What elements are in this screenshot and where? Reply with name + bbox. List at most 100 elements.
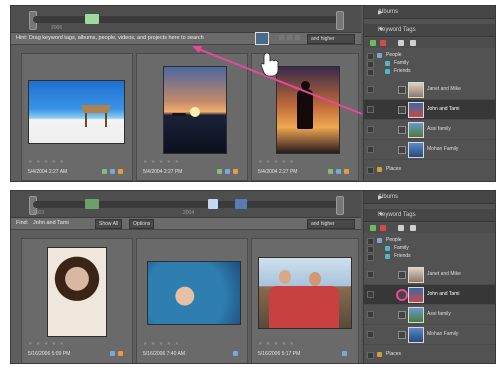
keyword-tags-header[interactable]: ▼ Keyword Tags (364, 24, 495, 37)
visibility-checkbox[interactable] (367, 311, 374, 318)
rating-filter-dropdown[interactable]: and higher (307, 219, 355, 229)
rating-stars[interactable]: ★ ★ ★ ★ ★ (258, 341, 295, 347)
photo-thumbnail[interactable]: ★ ★ ★ ★ ★ 5/4/2004 2:27 PM (251, 53, 359, 181)
tag-label: John and Tami (427, 106, 460, 112)
tag-checkbox-checked[interactable] (396, 289, 408, 301)
photo-thumbnail[interactable]: ★ ★ ★ ★ ★ 5/4/2004 2:27 PM (136, 53, 248, 181)
organizer-panel-bottom: 2003 2004 Find: John and Tami Show All O… (10, 190, 496, 364)
rating-star-icon[interactable] (287, 35, 292, 40)
delete-tag-icon[interactable] (380, 40, 386, 46)
rating-star-icon[interactable] (279, 35, 284, 40)
tree-row-friends[interactable]: Friends (364, 68, 495, 76)
visibility-checkbox[interactable] (367, 238, 374, 245)
visibility-checkbox[interactable] (367, 352, 374, 359)
new-tag-icon[interactable] (370, 40, 376, 46)
rating-stars[interactable]: ★ ★ ★ ★ ★ (28, 159, 65, 165)
tree-row-places[interactable]: Places (364, 166, 495, 174)
tag-row[interactable]: Mohan Family (364, 140, 495, 160)
tag-label: Mohan Family (427, 146, 459, 152)
albums-header[interactable]: ▶ Albums (364, 6, 495, 19)
rating-stars[interactable]: ★ ★ ★ ★ ★ (28, 341, 65, 347)
timeline-marker[interactable] (85, 199, 99, 209)
tag-row-selected[interactable]: John and Tami (364, 100, 495, 120)
find-bar[interactable]: Hint: Drag keyword tags, albums, people,… (11, 32, 361, 45)
tag-checkbox[interactable] (398, 86, 406, 94)
settings-icon[interactable] (410, 225, 416, 231)
visibility-checkbox[interactable] (367, 61, 374, 68)
tag-checkbox[interactable] (398, 106, 406, 114)
bride-photo[interactable] (47, 247, 107, 337)
tag-row[interactable]: Mohan Family (364, 325, 495, 345)
tag-checkbox[interactable] (398, 271, 406, 279)
people-category-icon (377, 53, 382, 58)
visibility-checkbox[interactable] (367, 167, 374, 174)
tag-thumbnail (408, 267, 424, 283)
timeline-year-label: 2003 (33, 210, 45, 216)
baby-pool-photo[interactable] (147, 261, 241, 325)
import-icon[interactable] (398, 40, 404, 46)
photo-thumbnail[interactable]: ★ ★ ★ ★ ★ 5/4/2004 2:27 AM (21, 53, 133, 181)
tree-row-family[interactable]: Family (364, 60, 495, 68)
visibility-checkbox[interactable] (367, 246, 374, 253)
keyword-tags-header[interactable]: ▼ Keyword Tags (364, 209, 495, 222)
tag-row[interactable]: Janet and Mike (364, 80, 495, 100)
visibility-checkbox[interactable] (367, 254, 374, 261)
show-all-button[interactable]: Show All (95, 219, 123, 229)
tag-checkbox[interactable] (398, 331, 406, 339)
timeline-right-handle[interactable] (336, 11, 344, 30)
tag-row-selected[interactable]: John and Tami (364, 285, 495, 305)
rating-stars[interactable]: ★ ★ ★ ★ ★ (143, 159, 180, 165)
tag-row[interactable]: Assi family (364, 120, 495, 140)
tag-checkbox[interactable] (398, 311, 406, 319)
rating-filter-dropdown[interactable]: and higher (307, 34, 355, 44)
tree-label: Places (386, 166, 402, 172)
tree-row-people[interactable]: People (364, 237, 495, 245)
timeline-track[interactable] (33, 16, 339, 23)
tag-row[interactable]: Janet and Mike (364, 265, 495, 285)
timeline-track[interactable] (33, 201, 339, 208)
tree-row-places[interactable]: Places (364, 351, 495, 359)
silhouette-photo[interactable] (276, 66, 340, 154)
tree-row-friends[interactable]: Friends (364, 253, 495, 261)
family-photo[interactable] (258, 257, 352, 329)
photo-thumbnail[interactable]: ★ ★ ★ ★ ★ 5/16/2006 5:17 PM (251, 238, 359, 363)
visibility-checkbox[interactable] (367, 69, 374, 76)
tag-row[interactable]: Assi family (364, 305, 495, 325)
timeline[interactable]: 2003 2004 (11, 191, 361, 218)
tag-thumbnail (408, 102, 424, 118)
visibility-checkbox[interactable] (367, 146, 374, 153)
delete-tag-icon[interactable] (380, 225, 386, 231)
new-tag-icon[interactable] (370, 225, 376, 231)
options-dropdown[interactable]: Options (129, 219, 155, 229)
photo-thumbnail[interactable]: ★ ★ ★ ★ ★ 5/16/2006 7:40 AM (136, 238, 248, 363)
timeline[interactable]: 2006 (11, 6, 361, 33)
settings-icon[interactable] (410, 40, 416, 46)
beach-hut-photo[interactable] (28, 80, 125, 144)
tag-checkbox[interactable] (398, 126, 406, 134)
find-bar[interactable]: Find: John and Tami Show All Options and… (11, 218, 361, 230)
visibility-checkbox[interactable] (367, 126, 374, 133)
sunset-photo[interactable] (163, 66, 227, 154)
rating-star-icon[interactable] (295, 35, 300, 40)
import-icon[interactable] (398, 225, 404, 231)
timeline-marker[interactable] (85, 14, 99, 24)
visibility-checkbox[interactable] (367, 271, 374, 278)
photo-date: 5/4/2004 2:27 PM (258, 169, 298, 175)
visibility-checkbox[interactable] (367, 331, 374, 338)
photo-thumbnail[interactable]: ★ ★ ★ ★ ★ 5/16/2006 5:09 PM (21, 238, 133, 363)
albums-header[interactable]: ▶ Albums (364, 191, 495, 204)
visibility-checkbox[interactable] (367, 86, 374, 93)
rating-stars[interactable]: ★ ★ ★ ★ ★ (258, 159, 295, 165)
tag-label: Mohan Family (427, 331, 459, 337)
visibility-checkbox[interactable] (367, 106, 374, 113)
tree-row-people[interactable]: People (364, 52, 495, 60)
timeline-right-handle[interactable] (336, 196, 344, 215)
rating-stars[interactable]: ★ ★ ★ ★ ★ (143, 341, 180, 347)
timeline-marker[interactable] (208, 199, 218, 209)
visibility-checkbox[interactable] (367, 53, 374, 60)
keyword-tags-label: Keyword Tags (378, 212, 416, 218)
timeline-marker[interactable] (235, 199, 247, 209)
tree-row-family[interactable]: Family (364, 245, 495, 253)
tag-checkbox[interactable] (398, 146, 406, 154)
visibility-checkbox[interactable] (367, 291, 374, 298)
